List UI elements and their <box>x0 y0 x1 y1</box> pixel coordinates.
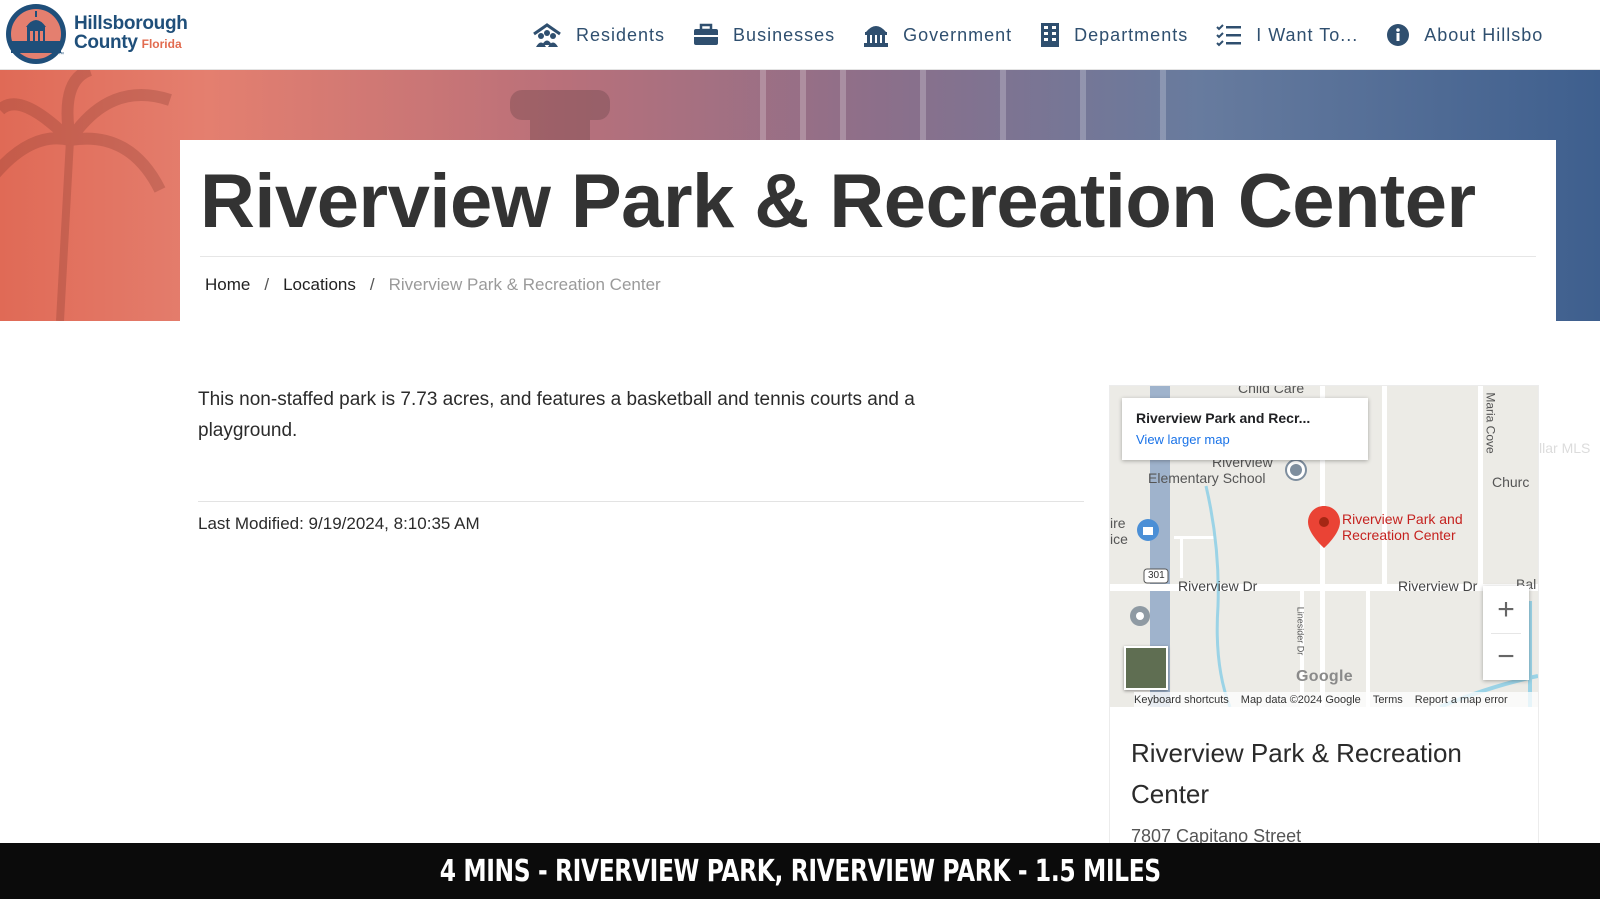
government-building-icon <box>864 26 889 47</box>
google-logo: Google <box>1296 668 1353 685</box>
breadcrumb-locations[interactable]: Locations <box>283 275 356 295</box>
view-larger-map-link[interactable]: View larger map <box>1136 432 1354 447</box>
map-info-title: Riverview Park and Recr... <box>1136 410 1311 426</box>
map-data-credit: Map data ©2024 Google <box>1240 693 1361 706</box>
map-label-fire-line2: ice <box>1110 531 1128 547</box>
map-label-fire-line1: ire <box>1110 515 1126 531</box>
map-info-window: Riverview Park and Recr... View larger m… <box>1122 398 1368 460</box>
map-route-301: 301 <box>1148 570 1165 581</box>
map-label-maria-cove: Maria Cove <box>1483 392 1498 454</box>
main-nav: Residents Businesses Government Departme… <box>532 14 1571 56</box>
google-map[interactable]: Child Care Riverview Elementary School M… <box>1110 386 1538 707</box>
nav-residents[interactable]: Residents <box>532 23 665 47</box>
nav-i-want-to[interactable]: I Want To... <box>1216 23 1358 47</box>
nav-departments-label: Departments <box>1074 24 1189 45</box>
page-title: Riverview Park & Recreation Center <box>200 159 1476 244</box>
satellite-view-toggle[interactable] <box>1124 646 1168 690</box>
map-label-riverview-dr-left: Riverview Dr <box>1178 578 1258 594</box>
map-footer: Keyboard shortcuts Map data ©2024 Google… <box>1134 692 1538 707</box>
county-logo[interactable]: Hillsborough County Florida <box>6 4 206 64</box>
checklist-icon <box>1216 24 1242 47</box>
zoom-in-button[interactable]: + <box>1483 586 1529 633</box>
office-building-icon <box>1041 23 1060 47</box>
location-card: Child Care Riverview Elementary School M… <box>1109 385 1539 846</box>
park-description: This non-staffed park is 7.73 acres, and… <box>198 389 915 441</box>
title-divider <box>200 256 1536 257</box>
map-label-riverview-dr-right: Riverview Dr <box>1398 578 1478 594</box>
nav-about-label: About Hillsbo <box>1424 24 1544 45</box>
map-label-linesider-dr: Linesider Dr <box>1295 606 1306 656</box>
logo-name-line1: Hillsborough <box>74 13 188 34</box>
nav-businesses-label: Businesses <box>733 24 836 45</box>
breadcrumb: Home / Locations / Riverview Park & Recr… <box>205 275 661 295</box>
breadcrumb-home[interactable]: Home <box>205 275 250 295</box>
breadcrumb-separator: / <box>264 275 270 294</box>
nav-departments[interactable]: Departments <box>1040 22 1188 48</box>
terms-link[interactable]: Terms <box>1373 694 1403 706</box>
logo-state: Florida <box>141 37 182 51</box>
nav-about[interactable]: About Hillsbo <box>1386 23 1543 47</box>
report-map-error-link[interactable]: Report a map error <box>1415 694 1508 706</box>
logo-trademark: ™ <box>58 52 64 58</box>
breadcrumb-separator: / <box>369 275 375 294</box>
nav-businesses[interactable]: Businesses <box>693 23 835 47</box>
residents-icon <box>533 23 561 47</box>
nav-residents-label: Residents <box>576 24 666 45</box>
logo-name-line2: County <box>74 32 138 53</box>
map-zoom-controls: + − <box>1483 586 1529 680</box>
map-label-child-care: Child Care <box>1238 386 1305 396</box>
location-card-title: Riverview Park & Recreation Center <box>1131 738 1462 809</box>
keyboard-shortcuts-link[interactable]: Keyboard shortcuts <box>1134 694 1229 706</box>
info-icon <box>1387 24 1410 46</box>
caption-text: 4 MINS - RIVERVIEW PARK, RIVERVIEW PARK … <box>439 853 1161 889</box>
briefcase-icon <box>694 23 719 45</box>
breadcrumb-current: Riverview Park & Recreation Center <box>388 275 661 294</box>
video-caption-bar: 4 MINS - RIVERVIEW PARK, RIVERVIEW PARK … <box>0 843 1600 899</box>
county-seal-icon <box>6 4 66 64</box>
map-pin-label: Riverview Park and Recreation Center <box>1342 511 1463 543</box>
map-label-school-line2: Elementary School <box>1148 470 1266 486</box>
page-title-card: Riverview Park & Recreation Center Home … <box>180 140 1556 321</box>
nav-government[interactable]: Government <box>863 22 1012 48</box>
nav-government-label: Government <box>903 24 1013 45</box>
site-header: Hillsborough County Florida ™ Residents B… <box>0 0 1600 70</box>
nav-i-want-to-label: I Want To... <box>1256 24 1359 45</box>
last-modified: Last Modified: 9/19/2024, 8:10:35 AM <box>198 514 480 533</box>
map-label-church: Churc <box>1492 474 1530 490</box>
zoom-out-button[interactable]: − <box>1483 633 1529 680</box>
content-divider <box>198 501 1084 502</box>
